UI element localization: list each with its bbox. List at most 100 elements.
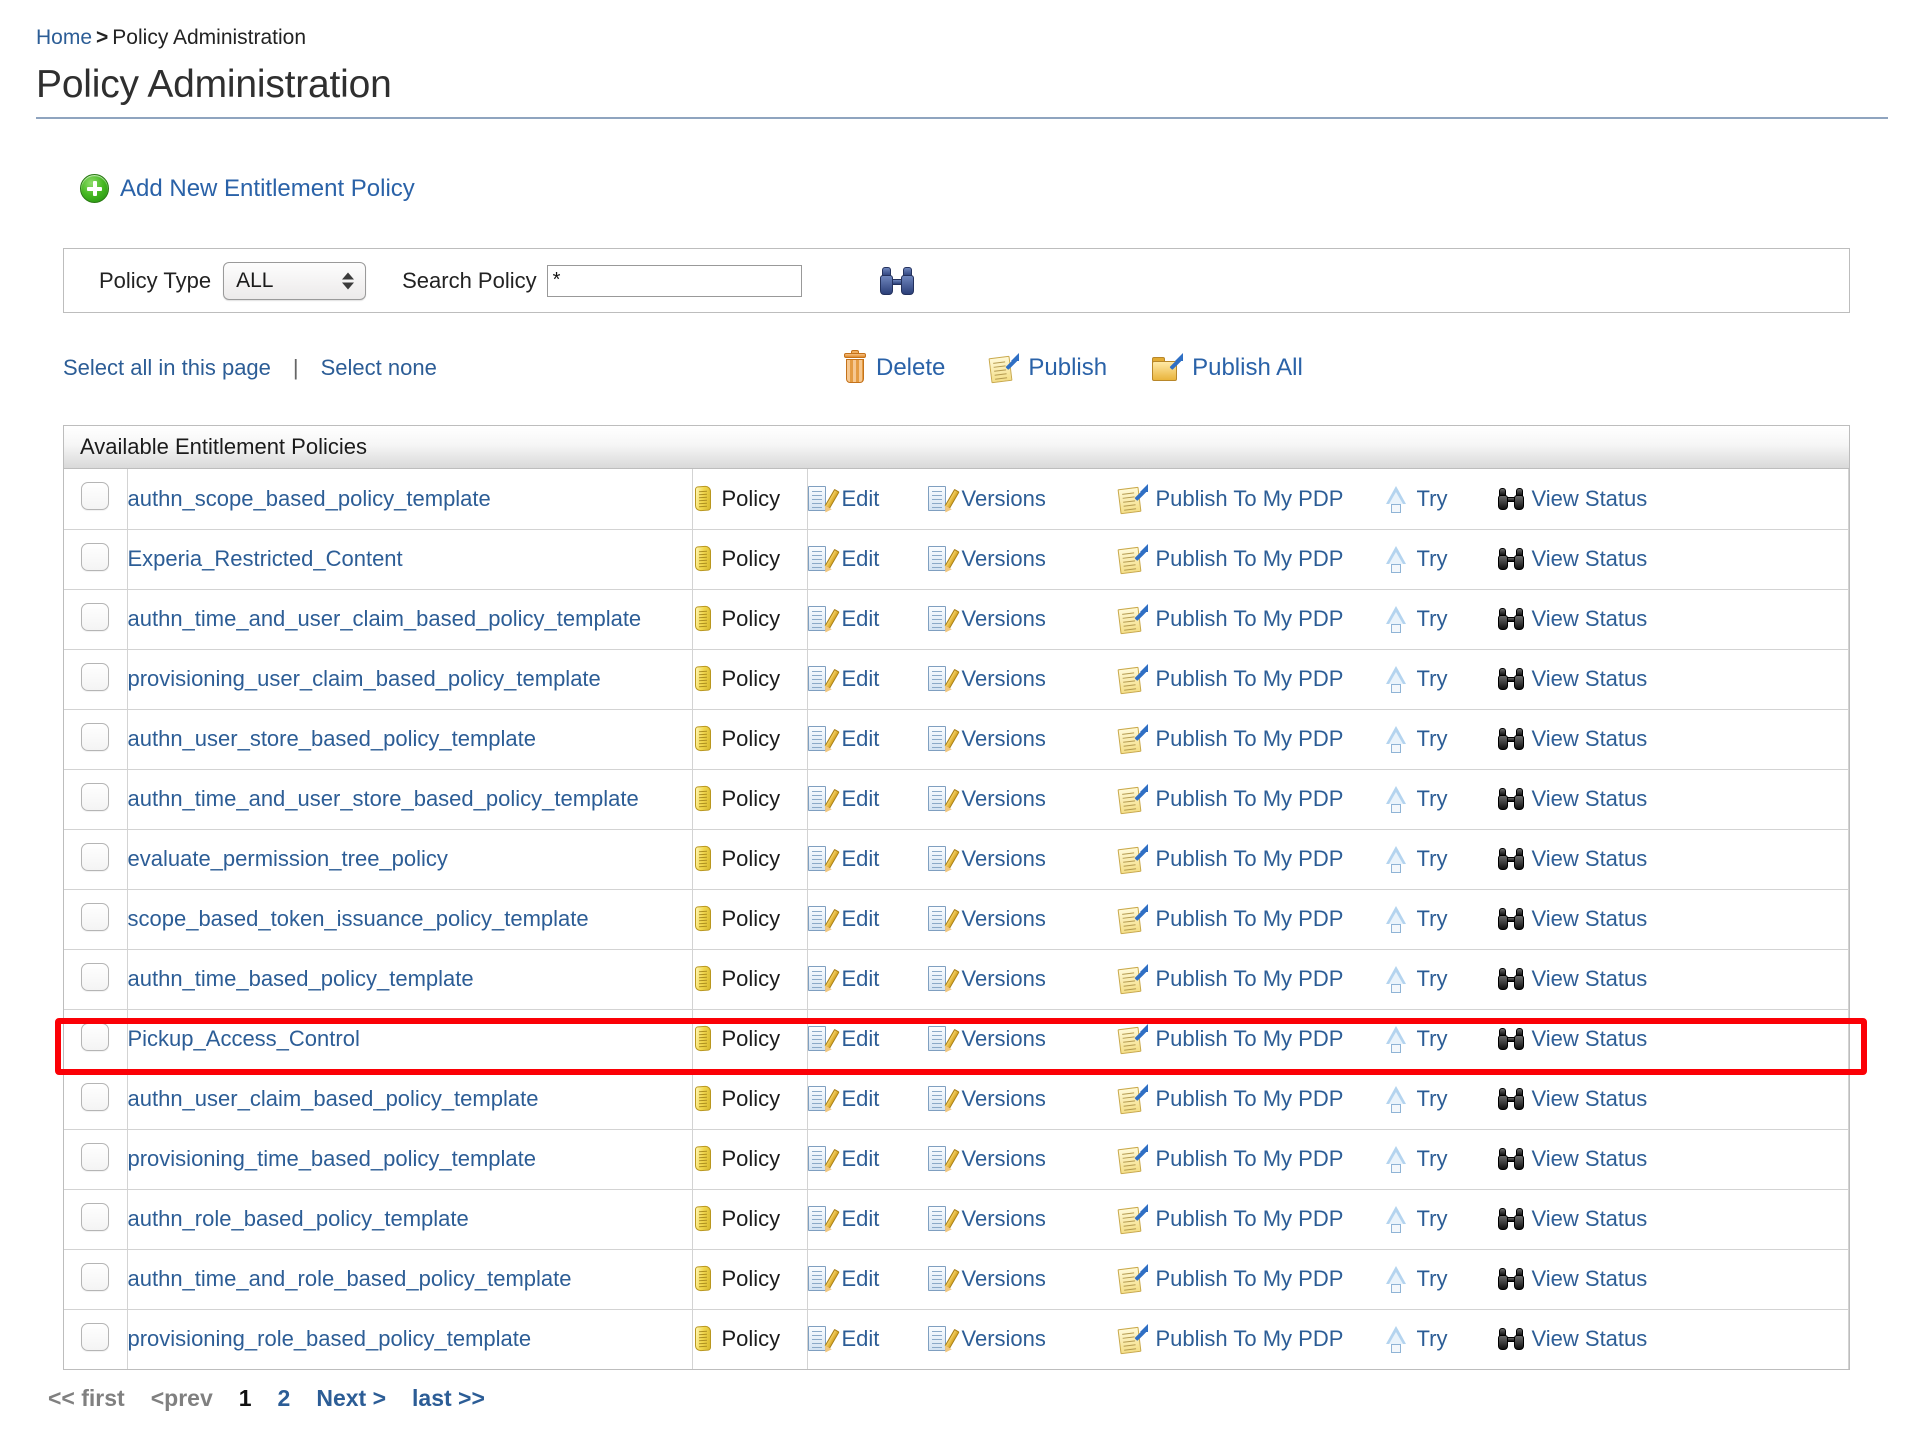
row-checkbox[interactable] (81, 842, 110, 871)
publish-to-my-pdp-action[interactable]: Publish To My PDP (1117, 844, 1383, 875)
edit-action[interactable]: Edit (807, 785, 928, 813)
publish-to-my-pdp-action[interactable]: Publish To My PDP (1117, 904, 1383, 935)
pagination-next[interactable]: Next > (316, 1385, 386, 1412)
try-action[interactable]: Try (1383, 785, 1498, 813)
edit-action[interactable]: Edit (807, 965, 928, 993)
edit-action[interactable]: Edit (807, 485, 928, 513)
select-none-link[interactable]: Select none (321, 355, 437, 381)
try-action[interactable]: Try (1383, 845, 1498, 873)
edit-action[interactable]: Edit (807, 725, 928, 753)
view-status-action[interactable]: View Status (1497, 606, 1647, 632)
versions-action[interactable]: Versions (927, 845, 1118, 873)
policy-name-link[interactable]: provisioning_user_claim_based_policy_tem… (128, 666, 601, 691)
publish-to-my-pdp-action[interactable]: Publish To My PDP (1117, 664, 1383, 695)
versions-action[interactable]: Versions (927, 1145, 1118, 1173)
versions-action[interactable]: Versions (927, 1025, 1118, 1053)
try-action[interactable]: Try (1383, 545, 1498, 573)
edit-action[interactable]: Edit (807, 1325, 928, 1353)
versions-action[interactable]: Versions (927, 905, 1118, 933)
versions-action[interactable]: Versions (927, 665, 1118, 693)
row-checkbox[interactable] (81, 902, 110, 931)
edit-action[interactable]: Edit (807, 1025, 928, 1053)
publish-to-my-pdp-action[interactable]: Publish To My PDP (1117, 784, 1383, 815)
row-checkbox[interactable] (81, 602, 110, 631)
view-status-action[interactable]: View Status (1497, 966, 1647, 992)
try-action[interactable]: Try (1383, 1265, 1498, 1293)
edit-action[interactable]: Edit (807, 1085, 928, 1113)
pagination-last[interactable]: last >> (412, 1385, 485, 1412)
search-button[interactable] (879, 266, 914, 295)
publish-to-my-pdp-action[interactable]: Publish To My PDP (1117, 1204, 1383, 1235)
try-action[interactable]: Try (1383, 485, 1498, 513)
try-action[interactable]: Try (1383, 1025, 1498, 1053)
publish-all-button[interactable]: Publish All (1151, 353, 1303, 383)
versions-action[interactable]: Versions (927, 1265, 1118, 1293)
publish-to-my-pdp-action[interactable]: Publish To My PDP (1117, 1264, 1383, 1295)
policy-name-link[interactable]: authn_time_based_policy_template (128, 966, 474, 991)
view-status-action[interactable]: View Status (1497, 666, 1647, 692)
view-status-action[interactable]: View Status (1497, 1206, 1647, 1232)
row-checkbox[interactable] (81, 662, 110, 691)
view-status-action[interactable]: View Status (1497, 1326, 1647, 1352)
view-status-action[interactable]: View Status (1497, 726, 1647, 752)
publish-to-my-pdp-action[interactable]: Publish To My PDP (1117, 1024, 1383, 1055)
row-checkbox[interactable] (81, 1262, 110, 1291)
search-policy-input[interactable] (546, 264, 802, 297)
edit-action[interactable]: Edit (807, 845, 928, 873)
publish-to-my-pdp-action[interactable]: Publish To My PDP (1117, 1324, 1383, 1355)
try-action[interactable]: Try (1383, 965, 1498, 993)
policy-name-link[interactable]: authn_time_and_user_claim_based_policy_t… (128, 606, 642, 631)
publish-to-my-pdp-action[interactable]: Publish To My PDP (1117, 604, 1383, 635)
row-checkbox[interactable] (81, 542, 110, 571)
view-status-action[interactable]: View Status (1497, 1086, 1647, 1112)
edit-action[interactable]: Edit (807, 1265, 928, 1293)
row-checkbox[interactable] (81, 1142, 110, 1171)
policy-type-select[interactable]: ALL (223, 261, 367, 300)
try-action[interactable]: Try (1383, 1085, 1498, 1113)
view-status-action[interactable]: View Status (1497, 1026, 1647, 1052)
try-action[interactable]: Try (1383, 1205, 1498, 1233)
policy-name-link[interactable]: Experia_Restricted_Content (128, 546, 403, 571)
view-status-action[interactable]: View Status (1497, 906, 1647, 932)
try-action[interactable]: Try (1383, 665, 1498, 693)
edit-action[interactable]: Edit (807, 1145, 928, 1173)
versions-action[interactable]: Versions (927, 1325, 1118, 1353)
policy-name-link[interactable]: provisioning_time_based_policy_template (128, 1146, 536, 1171)
policy-name-link[interactable]: authn_user_store_based_policy_template (128, 726, 537, 751)
try-action[interactable]: Try (1383, 605, 1498, 633)
policy-name-link[interactable]: Pickup_Access_Control (128, 1026, 360, 1051)
view-status-action[interactable]: View Status (1497, 1266, 1647, 1292)
view-status-action[interactable]: View Status (1497, 786, 1647, 812)
publish-button[interactable]: Publish (988, 353, 1107, 384)
policy-name-link[interactable]: authn_time_and_user_store_based_policy_t… (128, 786, 639, 811)
policy-name-link[interactable]: evaluate_permission_tree_policy (128, 846, 448, 871)
view-status-action[interactable]: View Status (1497, 1146, 1647, 1172)
edit-action[interactable]: Edit (807, 665, 928, 693)
publish-to-my-pdp-action[interactable]: Publish To My PDP (1117, 544, 1383, 575)
publish-to-my-pdp-action[interactable]: Publish To My PDP (1117, 724, 1383, 755)
row-checkbox[interactable] (81, 782, 110, 811)
publish-to-my-pdp-action[interactable]: Publish To My PDP (1117, 964, 1383, 995)
try-action[interactable]: Try (1383, 905, 1498, 933)
edit-action[interactable]: Edit (807, 605, 928, 633)
versions-action[interactable]: Versions (927, 725, 1118, 753)
policy-name-link[interactable]: provisioning_role_based_policy_template (128, 1326, 532, 1351)
publish-to-my-pdp-action[interactable]: Publish To My PDP (1117, 1084, 1383, 1115)
row-checkbox[interactable] (81, 1082, 110, 1111)
view-status-action[interactable]: View Status (1497, 546, 1647, 572)
try-action[interactable]: Try (1383, 1145, 1498, 1173)
versions-action[interactable]: Versions (927, 485, 1118, 513)
versions-action[interactable]: Versions (927, 1085, 1118, 1113)
row-checkbox[interactable] (81, 1322, 110, 1351)
try-action[interactable]: Try (1383, 725, 1498, 753)
policy-name-link[interactable]: authn_user_claim_based_policy_template (128, 1086, 539, 1111)
pagination-page-2[interactable]: 2 (278, 1385, 291, 1412)
policy-name-link[interactable]: scope_based_token_issuance_policy_templa… (128, 906, 589, 931)
policy-name-link[interactable]: authn_scope_based_policy_template (128, 486, 491, 511)
versions-action[interactable]: Versions (927, 1205, 1118, 1233)
row-checkbox[interactable] (81, 482, 110, 511)
edit-action[interactable]: Edit (807, 1205, 928, 1233)
edit-action[interactable]: Edit (807, 545, 928, 573)
versions-action[interactable]: Versions (927, 605, 1118, 633)
publish-to-my-pdp-action[interactable]: Publish To My PDP (1117, 483, 1383, 514)
